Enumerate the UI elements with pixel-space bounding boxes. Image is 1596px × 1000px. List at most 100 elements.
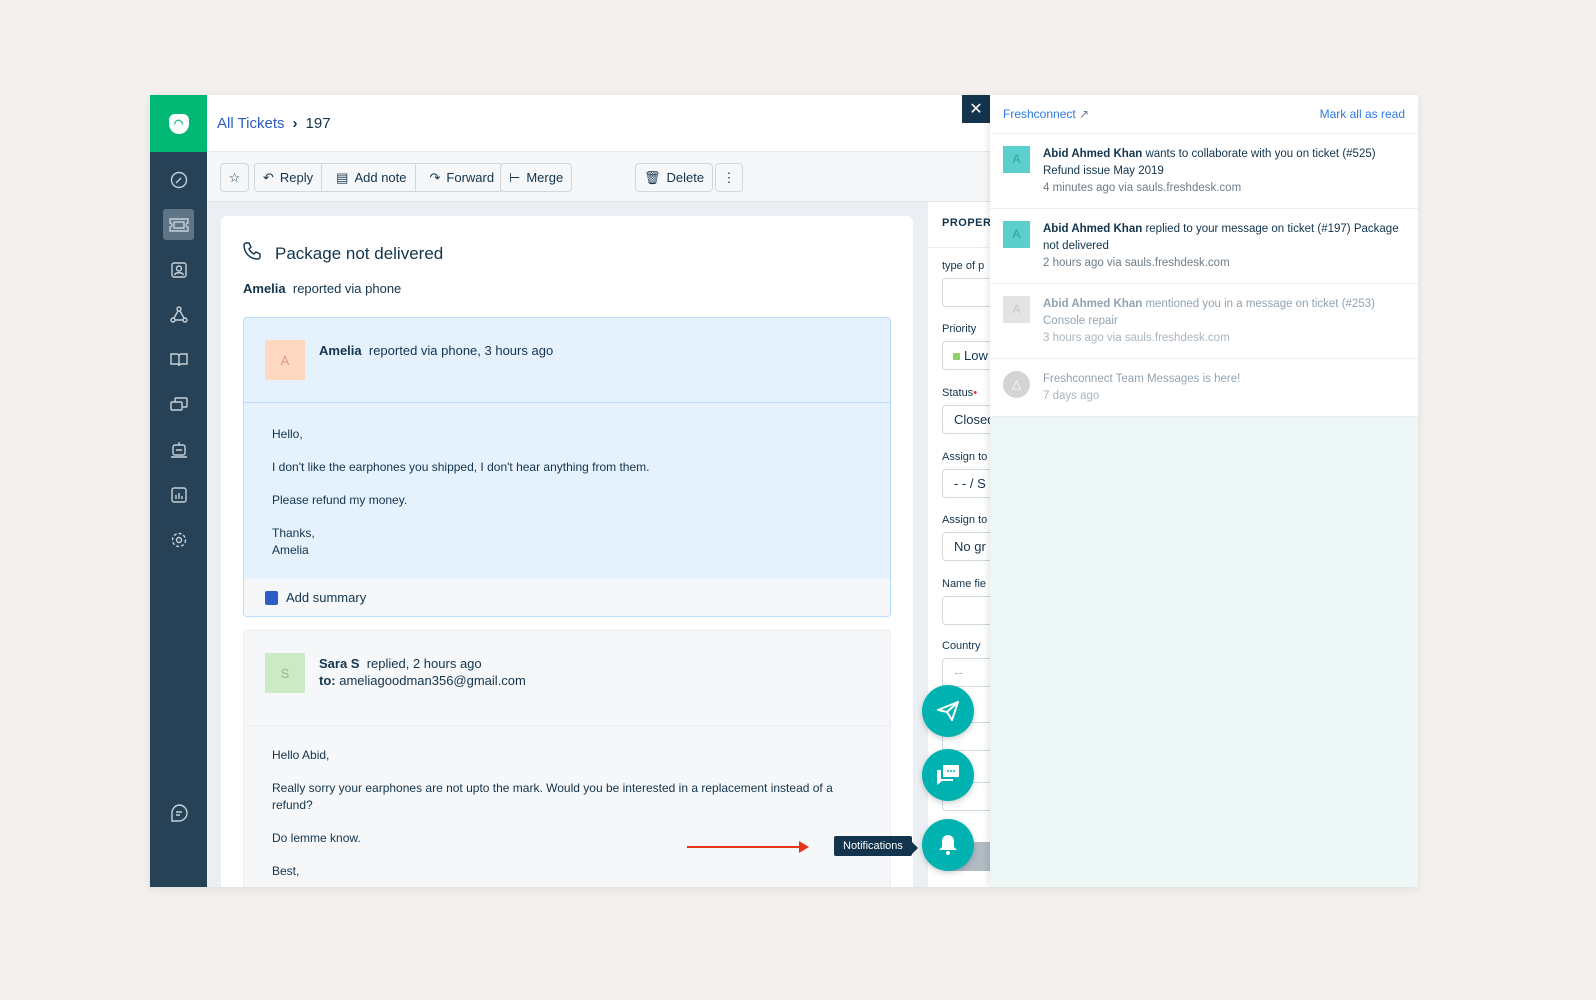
reports-icon[interactable] xyxy=(163,479,194,510)
priority-dot-icon xyxy=(953,353,960,360)
tickets-icon[interactable] xyxy=(163,209,194,240)
reply-icon: ↶ xyxy=(263,169,274,185)
chat-icon[interactable] xyxy=(163,797,194,828)
freshconnect-link[interactable]: Freshconnect ↗ xyxy=(1003,107,1089,121)
to-label: to: xyxy=(319,673,336,688)
body-line: Hello, xyxy=(272,427,303,441)
bell-icon xyxy=(939,835,957,855)
panel-title: Freshconnect xyxy=(1003,107,1076,121)
merge-button[interactable]: ⊢ Merge xyxy=(500,163,573,192)
notification-meta: 4 minutes ago via sauls.freshdesk.com xyxy=(1043,182,1242,194)
field-label: Name fie xyxy=(942,578,987,590)
chat-bubbles-icon xyxy=(937,765,959,785)
message-item: S Sara S replied, 2 hours ago to: ameliag… xyxy=(243,630,891,887)
forums-icon[interactable] xyxy=(163,389,194,420)
author-name[interactable]: Sara S xyxy=(319,656,359,671)
reply-button[interactable]: ↶ Reply xyxy=(255,164,323,191)
notifications-button[interactable] xyxy=(922,819,974,871)
author-name[interactable]: Amelia xyxy=(319,343,362,358)
forward-icon: ↷ xyxy=(429,169,441,185)
star-button[interactable]: ☆ xyxy=(220,163,249,192)
add-note-button[interactable]: ▤ Add note xyxy=(328,164,416,191)
settings-gear-icon[interactable] xyxy=(163,524,194,555)
avatar: A xyxy=(1003,221,1030,248)
dashboard-icon[interactable] xyxy=(163,164,194,195)
body-line: I don't like the earphones you shipped, … xyxy=(272,460,650,474)
notification-text: Abid Ahmed Khan replied to your message … xyxy=(1043,221,1403,255)
document-icon xyxy=(265,590,278,605)
message-meta: replied, 2 hours ago xyxy=(366,656,482,671)
notification-item[interactable]: A Abid Ahmed Khan wants to collaborate w… xyxy=(990,134,1418,209)
notification-item[interactable]: △ Freshconnect Team Messages is here! 7 … xyxy=(990,359,1418,417)
avatar: A xyxy=(1003,296,1030,323)
all-tickets-link[interactable]: All Tickets xyxy=(217,115,285,132)
actor-name: Abid Ahmed Khan xyxy=(1043,223,1143,235)
ticket-subject: Package not delivered xyxy=(275,243,444,263)
actor-name: Abid Ahmed Khan xyxy=(1043,148,1143,160)
paper-plane-icon xyxy=(937,701,959,721)
notification-text: Abid Ahmed Khan mentioned you in a messa… xyxy=(1043,296,1403,330)
body-line: Please refund my money. xyxy=(272,493,408,507)
reply-group: ↶ Reply ▤ Add note ↷ Forward xyxy=(254,163,504,192)
notification-item[interactable]: A Abid Ahmed Khan replied to your messag… xyxy=(990,209,1418,284)
note-icon: ▤ xyxy=(336,169,349,185)
required-marker: • xyxy=(973,387,978,399)
source-text: reported via phone xyxy=(292,281,402,296)
forward-label: Forward xyxy=(446,170,495,185)
merge-label: Merge xyxy=(526,170,564,185)
add-summary-label: Add summary xyxy=(286,590,367,605)
recipient-email: ameliagoodman356@gmail.com xyxy=(339,673,526,688)
field-label: Assign to xyxy=(942,451,988,463)
bot-icon[interactable] xyxy=(163,434,194,465)
actor-name: Abid Ahmed Khan xyxy=(1043,298,1143,310)
breadcrumb: All Tickets › 197 xyxy=(217,115,331,132)
delete-button[interactable]: 🗑 Delete xyxy=(635,163,714,192)
divider xyxy=(244,725,890,726)
close-panel-button[interactable]: ✕ xyxy=(962,95,990,123)
send-button[interactable] xyxy=(922,685,974,737)
team-chat-button[interactable] xyxy=(922,749,974,801)
delete-label: Delete xyxy=(666,170,705,185)
add-note-label: Add note xyxy=(354,170,407,185)
more-options-button[interactable]: ⋮ xyxy=(715,163,743,192)
groups-icon[interactable] xyxy=(163,299,194,330)
field-label: Status• xyxy=(942,387,977,399)
avatar: S xyxy=(265,653,305,693)
body-signoff: Best, xyxy=(272,864,300,878)
knowledge-base-icon[interactable] xyxy=(163,344,194,375)
field-label: type of p xyxy=(942,260,985,272)
freshdesk-logo[interactable]: ◠ xyxy=(150,95,207,152)
message-header: Amelia reported via phone, 3 hours ago xyxy=(319,342,553,359)
divider xyxy=(244,402,890,403)
notification-text: Abid Ahmed Khan wants to collaborate wit… xyxy=(1043,146,1403,180)
chevron-right-icon: › xyxy=(292,115,298,132)
freshconnect-team-icon: △ xyxy=(1003,371,1030,398)
message-item: A Amelia reported via phone, 3 hours ago… xyxy=(243,317,891,617)
notification-meta: 3 hours ago via sauls.freshdesk.com xyxy=(1043,332,1230,344)
message-header: Sara S replied, 2 hours ago to: ameliagoo… xyxy=(319,655,526,689)
phone-icon xyxy=(243,242,261,265)
annotation-arrow-icon xyxy=(687,841,809,853)
forward-button[interactable]: ↷ Forward xyxy=(422,164,503,191)
merge-icon: ⊢ xyxy=(509,169,521,185)
reply-label: Reply xyxy=(279,170,314,185)
add-summary-button[interactable]: Add summary xyxy=(244,579,890,616)
notification-meta: 2 hours ago via sauls.freshdesk.com xyxy=(1043,257,1230,269)
sidebar: ◠ xyxy=(150,95,207,887)
avatar: A xyxy=(265,340,305,380)
notification-message: Freshconnect Team Messages is here! xyxy=(1043,373,1241,385)
mark-all-read-link[interactable]: Mark all as read xyxy=(1320,107,1405,121)
ticket-title: Package not delivered xyxy=(243,242,443,265)
contacts-icon[interactable] xyxy=(163,254,194,285)
field-label: Country xyxy=(942,640,981,652)
notifications-tooltip: Notifications xyxy=(834,836,918,856)
status-label: Status xyxy=(942,387,974,399)
star-icon: ☆ xyxy=(228,169,241,185)
notification-item[interactable]: A Abid Ahmed Khan mentioned you in a mes… xyxy=(990,284,1418,359)
external-link-icon: ↗ xyxy=(1079,107,1090,121)
ticket-source: Amelia reported via phone xyxy=(243,281,401,296)
avatar: A xyxy=(1003,146,1030,173)
notifications-panel: Freshconnect ↗ Mark all as read A Abid A… xyxy=(990,95,1418,887)
ticket-conversation: Package not delivered Amelia reported vi… xyxy=(221,216,913,887)
requester-name[interactable]: Amelia xyxy=(243,281,286,296)
